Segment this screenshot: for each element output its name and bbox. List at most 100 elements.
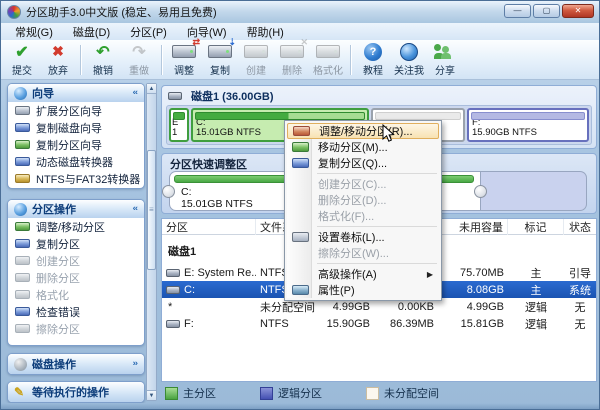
sidebar-scrollbar[interactable]: ▲ ▼ <box>146 83 157 401</box>
partition-ops-panel: 分区操作 « 调整/移动分区 复制分区 创建分区 删除分区 格式化 <box>7 199 145 346</box>
menu-item-resize-move-partition[interactable]: 调整/移动分区(R)... <box>287 123 439 139</box>
col-status[interactable]: 状态 <box>564 219 596 235</box>
collapse-chevron-icon[interactable]: « <box>132 205 138 213</box>
undo-label: 撤销 <box>93 62 113 77</box>
scrollbar-thumb[interactable] <box>147 150 156 270</box>
resize-button[interactable]: ⇄ 调整 <box>166 41 202 78</box>
sidebar-item-create-partition: 创建分区 <box>8 252 144 269</box>
drive-icon <box>15 140 30 149</box>
quick-adjust-remaining-space <box>481 171 587 211</box>
scroll-up-icon[interactable]: ▲ <box>147 84 156 94</box>
menu-separator <box>317 173 437 174</box>
partition-f[interactable]: F: 15.90GB NTFS <box>467 108 589 142</box>
menu-separator <box>317 226 437 227</box>
commit-button[interactable]: ✔ 提交 <box>4 41 40 78</box>
x-icon: ✖ <box>52 43 64 61</box>
follow-me-button[interactable]: 关注我 <box>391 41 427 78</box>
drive-icon <box>166 320 180 328</box>
sidebar-item-copy-disk-wizard[interactable]: 复制磁盘向导 <box>8 119 144 136</box>
maximize-button[interactable]: ▢ <box>533 4 560 18</box>
set-label-icon <box>292 232 309 242</box>
sidebar-item-resize-move-partition[interactable]: 调整/移动分区 <box>8 218 144 235</box>
resize-handle-right[interactable] <box>474 185 487 198</box>
drive-icon <box>166 286 180 294</box>
disk-ops-header[interactable]: 磁盘操作 » <box>8 354 144 374</box>
close-button[interactable]: ✕ <box>562 4 594 18</box>
drive-icon <box>15 123 30 132</box>
item-label: 擦除分区 <box>36 321 80 337</box>
share-button[interactable]: 分享 <box>427 41 463 78</box>
menu-partition[interactable]: 分区(P) <box>120 24 177 40</box>
menu-item-properties[interactable]: 属性(P) <box>287 282 439 298</box>
pencil-icon: ✎ <box>14 386 27 399</box>
context-menu: 调整/移动分区(R)... 移动分区(M)... 复制分区(Q)... 创建分区… <box>284 120 442 301</box>
menu-disk[interactable]: 磁盘(D) <box>63 24 120 40</box>
menu-item-wipe-partition: 擦除分区(W)... <box>287 245 439 261</box>
item-label: 检查错误 <box>36 304 80 320</box>
minimize-button[interactable]: — <box>504 4 531 18</box>
toolbar-separator <box>350 45 351 75</box>
legend-label: 未分配空间 <box>384 385 439 401</box>
redo-label: 重做 <box>129 62 149 77</box>
col-flag[interactable]: 标记 <box>508 219 564 235</box>
redo-button: ↷ 重做 <box>121 41 157 78</box>
disk-ops-gear-icon <box>14 358 27 371</box>
globe-icon <box>400 43 418 61</box>
toolbar-separator <box>80 45 81 75</box>
scroll-down-icon[interactable]: ▼ <box>147 390 156 400</box>
partition-ops-header[interactable]: 分区操作 « <box>8 200 144 218</box>
disk-ops-title: 磁盘操作 <box>32 356 76 372</box>
menu-item-advanced-ops[interactable]: 高级操作(A) ▶ <box>287 266 439 282</box>
sidebar-item-check-errors[interactable]: 检查错误 <box>8 303 144 320</box>
menu-item-set-label[interactable]: 设置卷标(L)... <box>287 229 439 245</box>
drive-icon <box>15 256 30 265</box>
sidebar-item-format-partition: 格式化 <box>8 286 144 303</box>
share-people-icon <box>434 43 456 61</box>
copy-button[interactable]: ⇣ 复制 <box>202 41 238 78</box>
follow-me-label: 关注我 <box>394 62 424 77</box>
sidebar-item-copy-partition-wizard[interactable]: 复制分区向导 <box>8 136 144 153</box>
discard-button[interactable]: ✖ 放弃 <box>40 41 76 78</box>
resize-label: 调整 <box>174 62 194 77</box>
wizards-panel: 向导 « 扩展分区向导 复制磁盘向导 复制分区向导 动态磁盘转换器 NTF <box>7 83 145 189</box>
commit-label: 提交 <box>12 62 32 77</box>
sidebar-item-copy-partition[interactable]: 复制分区 <box>8 235 144 252</box>
menu-item-move-partition[interactable]: 移动分区(M)... <box>287 139 439 155</box>
sidebar-item-ntfs-fat32-converter[interactable]: NTFS与FAT32转换器 <box>8 170 144 187</box>
menu-help[interactable]: 帮助(H) <box>237 24 294 40</box>
sidebar: 向导 « 扩展分区向导 复制磁盘向导 复制分区向导 动态磁盘转换器 NTF <box>5 83 157 401</box>
legend-label: 主分区 <box>183 385 216 401</box>
col-free[interactable]: 未用容量 <box>438 219 508 235</box>
partition-e[interactable]: E 1 <box>169 108 189 142</box>
create-drive-icon <box>244 43 268 61</box>
sidebar-item-wipe-partition: 擦除分区 <box>8 320 144 337</box>
wizard-globe-icon <box>14 87 27 100</box>
pending-ops-panel: ✎ 等待执行的操作 <box>7 381 145 403</box>
menu-item-format-partition: 格式化(F)... <box>287 208 439 224</box>
mouse-cursor <box>382 124 395 149</box>
tutorial-button[interactable]: ? 教程 <box>355 41 391 78</box>
help-question-icon: ? <box>364 43 382 61</box>
delete-button: ✕ 删除 <box>274 41 310 78</box>
table-row-f[interactable]: F: NTFS 15.90GB 86.39MB 15.81GB 逻辑 无 <box>162 315 596 332</box>
disk-ops-panel: 磁盘操作 » <box>7 353 145 375</box>
menu-item-create-partition: 创建分区(C)... <box>287 176 439 192</box>
wizards-panel-header[interactable]: 向导 « <box>8 84 144 102</box>
menu-separator <box>317 263 437 264</box>
menu-item-copy-partition[interactable]: 复制分区(Q)... <box>287 155 439 171</box>
sidebar-item-dynamic-disk-converter[interactable]: 动态磁盘转换器 <box>8 153 144 170</box>
drive-icon <box>166 269 180 277</box>
resize-handle-left[interactable] <box>162 185 175 198</box>
col-partition[interactable]: 分区 <box>162 219 256 235</box>
legend-unallocated: 未分配空间 <box>366 385 439 401</box>
sidebar-item-delete-partition: 删除分区 <box>8 269 144 286</box>
collapse-chevron-icon[interactable]: « <box>132 89 138 97</box>
partition-usage-strip <box>471 112 585 120</box>
expand-chevron-icon[interactable]: » <box>132 360 138 368</box>
sidebar-item-extend-partition-wizard[interactable]: 扩展分区向导 <box>8 102 144 119</box>
drive-icon <box>15 174 30 183</box>
menu-general[interactable]: 常规(G) <box>5 24 63 40</box>
undo-button[interactable]: ↶ 撤销 <box>85 41 121 78</box>
tutorial-label: 教程 <box>363 62 383 77</box>
pending-ops-header[interactable]: ✎ 等待执行的操作 <box>8 382 144 402</box>
